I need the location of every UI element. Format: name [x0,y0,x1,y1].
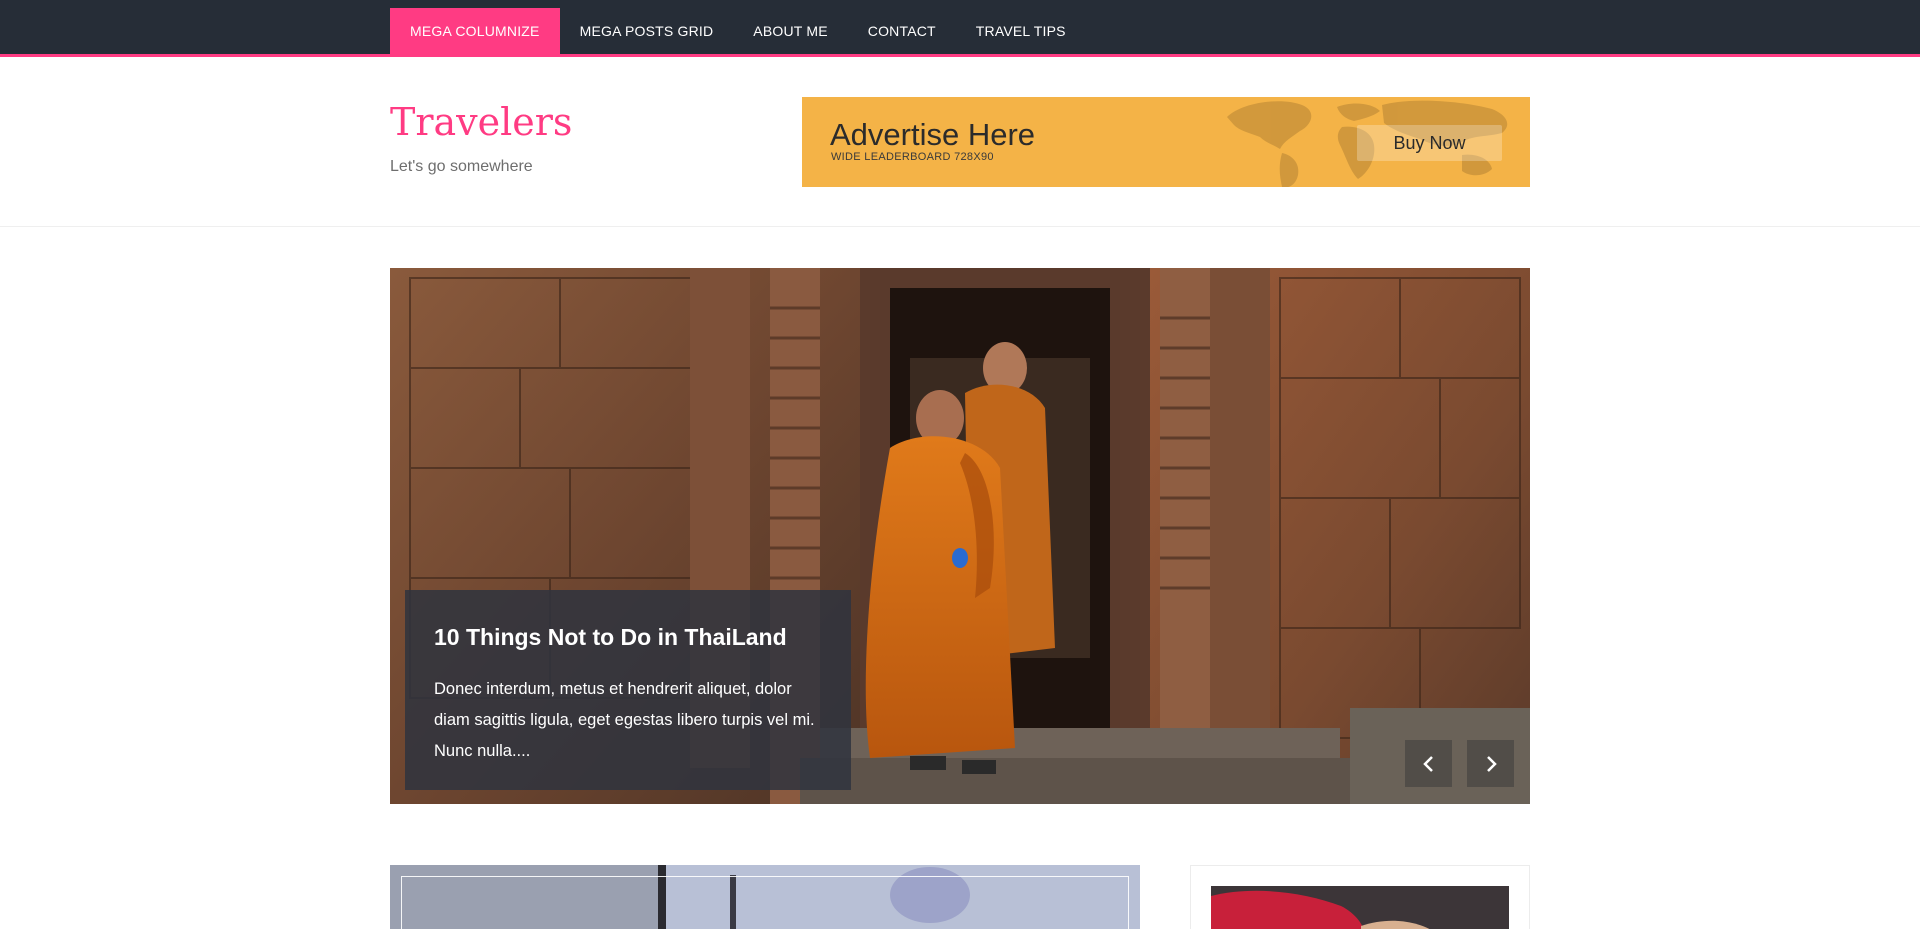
nav-item-travel-tips[interactable]: TRAVEL TIPS [956,8,1086,54]
sidebar-widget [1190,865,1530,929]
slide-excerpt: Donec interdum, metus et hendrerit aliqu… [434,679,815,760]
ad-title: Advertise Here [830,117,1036,152]
ad-banner[interactable]: Advertise Here WIDE LEADERBOARD 728X90 B… [802,97,1530,187]
nav-item-about-me[interactable]: ABOUT ME [733,8,847,54]
main-menu: MEGA COLUMNIZE MEGA POSTS GRID ABOUT ME … [390,8,1086,54]
ad-subtitle: WIDE LEADERBOARD 728X90 [831,151,994,163]
featured-slider[interactable]: 10 Things Not to Do in ThaiLand Donec in… [390,268,1530,804]
site-tagline: Let's go somewhere [390,158,533,175]
site-title[interactable]: Travelers [390,100,572,144]
buy-now-button[interactable]: Buy Now [1357,125,1502,161]
slider-prev-button[interactable] [1405,740,1452,787]
nav-item-mega-posts-grid[interactable]: MEGA POSTS GRID [560,8,734,54]
header-divider [0,226,1920,227]
chevron-right-icon [1486,755,1497,772]
top-navigation: MEGA COLUMNIZE MEGA POSTS GRID ABOUT ME … [0,0,1920,57]
slider-next-button[interactable] [1467,740,1514,787]
sidebar-image [1211,886,1509,929]
slide-caption: 10 Things Not to Do in ThaiLand Donec in… [405,590,851,790]
nav-item-contact[interactable]: CONTACT [848,8,956,54]
chevron-left-icon [1422,755,1433,772]
sidebar-widget-image[interactable] [1211,886,1509,929]
slide-title[interactable]: 10 Things Not to Do in ThaiLand [434,624,821,652]
thumbnail-frame [401,876,1129,929]
nav-item-mega-columnize[interactable]: MEGA COLUMNIZE [390,8,560,54]
post-thumbnail[interactable] [390,865,1140,929]
